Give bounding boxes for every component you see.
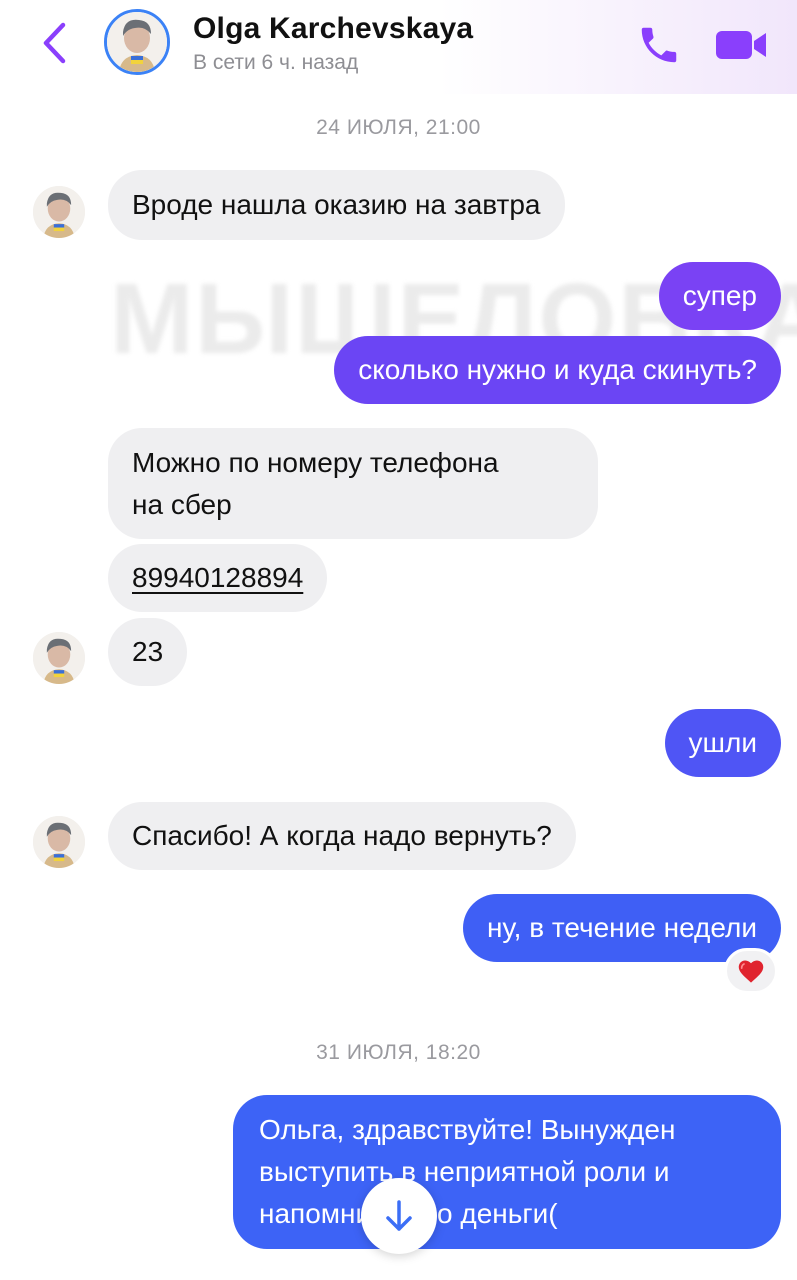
contact-status: В сети 6 ч. назад [193, 51, 359, 74]
message-line: Ольга, здравствуйте! Вынужден [259, 1114, 676, 1145]
message-outgoing[interactable]: сколько нужно и куда скинуть? [334, 336, 781, 404]
message-line: Можно по номеру телефона [132, 447, 499, 478]
heart-icon [738, 960, 764, 983]
scroll-to-bottom-button[interactable] [361, 1178, 437, 1254]
message-incoming[interactable]: Вроде нашла оказию на завтра [108, 170, 565, 240]
phone-number-link[interactable]: 89940128894 [132, 562, 303, 593]
message-line: выступить в неприятной роли и [259, 1156, 670, 1187]
sender-avatar[interactable] [33, 186, 85, 238]
chevron-left-icon [43, 22, 66, 64]
message-line: напомнить про деньги( [259, 1198, 558, 1229]
message-outgoing[interactable]: Ольга, здравствуйте! Вынужден выступить … [233, 1095, 781, 1249]
phone-icon [641, 27, 677, 63]
video-call-button[interactable] [714, 25, 770, 65]
contact-name[interactable]: Olga Karchevskaya [193, 12, 473, 46]
message-reaction[interactable] [724, 948, 778, 994]
back-button[interactable] [34, 20, 74, 66]
sender-avatar[interactable] [33, 816, 85, 868]
date-separator: 31 ИЮЛЯ, 18:20 [316, 1041, 481, 1064]
message-line: на сбер [132, 489, 232, 520]
message-outgoing[interactable]: ушли [664, 709, 781, 777]
message-incoming[interactable]: 23 [108, 618, 188, 686]
video-camera-icon [716, 31, 766, 59]
contact-avatar[interactable] [104, 9, 170, 75]
message-incoming[interactable]: 89940128894 [108, 544, 328, 612]
chat-header: Olga Karchevskaya В сети 6 ч. назад [0, 0, 797, 94]
sender-avatar[interactable] [33, 632, 85, 684]
call-button[interactable] [636, 22, 682, 68]
message-incoming[interactable]: Можно по номеру телефона на сбер [108, 428, 598, 539]
message-incoming[interactable]: Спасибо! А когда надо вернуть? [108, 802, 576, 870]
arrow-down-icon [386, 1200, 412, 1231]
date-separator: 24 ИЮЛЯ, 21:00 [316, 116, 481, 139]
message-outgoing[interactable]: супер [658, 262, 781, 330]
